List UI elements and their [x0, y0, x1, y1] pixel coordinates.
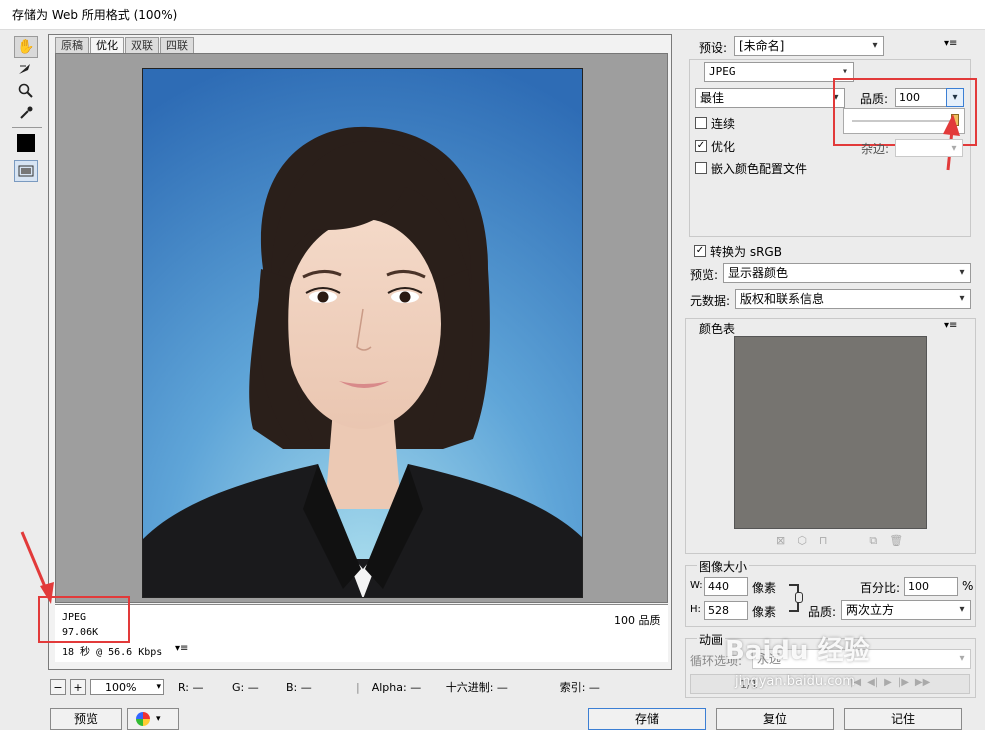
zoom-value: 100%: [105, 680, 137, 694]
preview-value: 显示器颜色: [728, 266, 789, 280]
view-tabs: 原稿 优化 双联 四联: [55, 37, 195, 53]
toggle-slices-icon[interactable]: [14, 160, 38, 182]
percent-unit: %: [962, 579, 974, 593]
percent-label: 百分比:: [860, 581, 901, 595]
new-color-icon[interactable]: ⧉: [869, 534, 877, 548]
color-table-swatch: [734, 336, 927, 529]
status-r: R: —: [178, 680, 204, 694]
reset-button[interactable]: 复位: [716, 708, 834, 730]
map-color-icon[interactable]: ⊠: [776, 534, 785, 548]
lock-color-icon[interactable]: ⊓: [819, 534, 828, 548]
chevron-down-icon: ▾: [959, 267, 965, 278]
progressive-checkbox[interactable]: [695, 117, 707, 129]
frame-nav: |◀ ◀| ▶ |▶ ▶▶: [850, 677, 930, 688]
eyedropper-color-swatch[interactable]: [14, 132, 38, 154]
info-download-time: 18 秒 @ 56.6 Kbps: [62, 647, 163, 658]
zoom-select[interactable]: 100% ▾: [90, 679, 164, 695]
color-table-menu-icon[interactable]: ▾≡: [944, 320, 957, 331]
slice-select-tool-icon[interactable]: [14, 58, 38, 80]
chevron-down-icon: ▾: [959, 604, 965, 615]
zoom-out-button[interactable]: −: [50, 679, 66, 695]
width-input[interactable]: 440: [704, 577, 748, 596]
progressive-label: 连续: [711, 117, 736, 131]
chevron-down-icon: ▾: [959, 293, 965, 304]
embed-profile-checkbox[interactable]: [695, 162, 707, 174]
matte-label: 杂边:: [861, 142, 890, 156]
compression-value: 最佳: [700, 91, 725, 105]
watermark-logo: Baidu 经验: [725, 636, 870, 666]
prev-frame-icon[interactable]: ◀|: [867, 677, 878, 688]
preset-value: [未命名]: [739, 39, 785, 53]
remember-button[interactable]: 记住: [844, 708, 962, 730]
convert-srgb-checkbox[interactable]: ✓: [694, 245, 706, 257]
annotation-arrow-icon: [20, 531, 54, 604]
window-title: 存储为 Web 所用格式 (100%): [0, 0, 985, 30]
link-icon[interactable]: [795, 592, 803, 603]
zoom-tool-icon[interactable]: [14, 80, 38, 102]
chevron-down-icon: ▾: [959, 653, 965, 664]
info-menu-icon[interactable]: ▾≡: [175, 643, 188, 654]
watermark-url: jingyan.baidu.com: [735, 674, 855, 689]
status-g: G: —: [232, 680, 259, 694]
width-label: W:: [690, 580, 703, 591]
status-bar: − + 100% ▾ R: — G: — B: — | Alpha: — 十六进制…: [50, 676, 680, 698]
resample-select[interactable]: 两次立方 ▾: [841, 600, 971, 620]
height-unit: 像素: [752, 605, 777, 619]
status-hex: 十六进制: —: [445, 681, 508, 694]
next-frame-icon[interactable]: |▶: [898, 677, 909, 688]
preset-menu-icon[interactable]: ▾≡: [944, 38, 957, 49]
info-quality: 100 品质: [614, 614, 661, 627]
save-button[interactable]: 存储: [588, 708, 706, 730]
zoom-in-button[interactable]: +: [70, 679, 86, 695]
width-unit: 像素: [752, 581, 777, 595]
preview-label: 预览:: [690, 268, 719, 282]
status-alpha: Alpha: —: [371, 680, 422, 694]
animation-title: 动画: [697, 631, 726, 648]
metadata-select[interactable]: 版权和联系信息 ▾: [735, 289, 971, 309]
resample-value: 两次立方: [846, 603, 895, 617]
compression-select[interactable]: 最佳 ▾: [695, 88, 845, 108]
browser-icon: [136, 712, 150, 726]
format-value: JPEG: [709, 65, 736, 78]
chevron-down-icon: ▾: [951, 143, 957, 154]
optimized-label: 优化: [711, 140, 736, 154]
matte-select[interactable]: ▾: [895, 139, 963, 157]
eyedropper-tool-icon[interactable]: [14, 102, 38, 124]
metadata-label: 元数据:: [690, 294, 731, 308]
tab-original[interactable]: 原稿: [55, 37, 89, 53]
status-b: B: —: [286, 680, 312, 694]
tab-2up[interactable]: 双联: [125, 37, 159, 53]
status-separator: |: [356, 680, 360, 694]
play-icon[interactable]: ▶: [884, 677, 892, 688]
preview-select[interactable]: 显示器颜色 ▾: [723, 263, 971, 283]
hand-tool-icon[interactable]: ✋: [14, 36, 38, 58]
convert-srgb-label: 转换为 sRGB: [710, 245, 782, 259]
preset-label: 预设:: [699, 41, 728, 55]
optimized-checkbox[interactable]: ✓: [695, 140, 707, 152]
status-index: 索引: —: [559, 681, 600, 694]
last-frame-icon[interactable]: ▶▶: [915, 677, 930, 688]
resample-label: 品质:: [808, 605, 837, 619]
tab-optimized[interactable]: 优化: [90, 37, 124, 53]
format-select[interactable]: JPEG ▾: [704, 62, 854, 82]
web-shift-icon[interactable]: ⬡: [797, 534, 807, 548]
chevron-down-icon: ▾: [156, 682, 161, 692]
height-label: H:: [690, 604, 701, 615]
color-table-title: 颜色表: [697, 320, 738, 337]
browser-select[interactable]: ▾: [127, 708, 179, 730]
metadata-value: 版权和联系信息: [740, 292, 825, 306]
chevron-down-icon: ▾: [872, 40, 878, 51]
color-table-actions: ⊠ ⬡ ⊓ ⧉ 🗑: [776, 534, 903, 548]
chevron-down-icon: ▾: [156, 714, 161, 724]
percent-input[interactable]: 100: [904, 577, 958, 596]
tab-4up[interactable]: 四联: [160, 37, 194, 53]
toolbox: ✋: [8, 34, 44, 194]
height-input[interactable]: 528: [704, 601, 748, 620]
image-size-title: 图像大小: [697, 558, 750, 575]
embed-profile-label: 嵌入颜色配置文件: [711, 162, 808, 176]
portrait-image: [142, 68, 583, 598]
preset-select[interactable]: [未命名] ▾: [734, 36, 884, 56]
preview-button[interactable]: 预览: [50, 708, 122, 730]
trash-icon[interactable]: 🗑: [889, 534, 903, 548]
